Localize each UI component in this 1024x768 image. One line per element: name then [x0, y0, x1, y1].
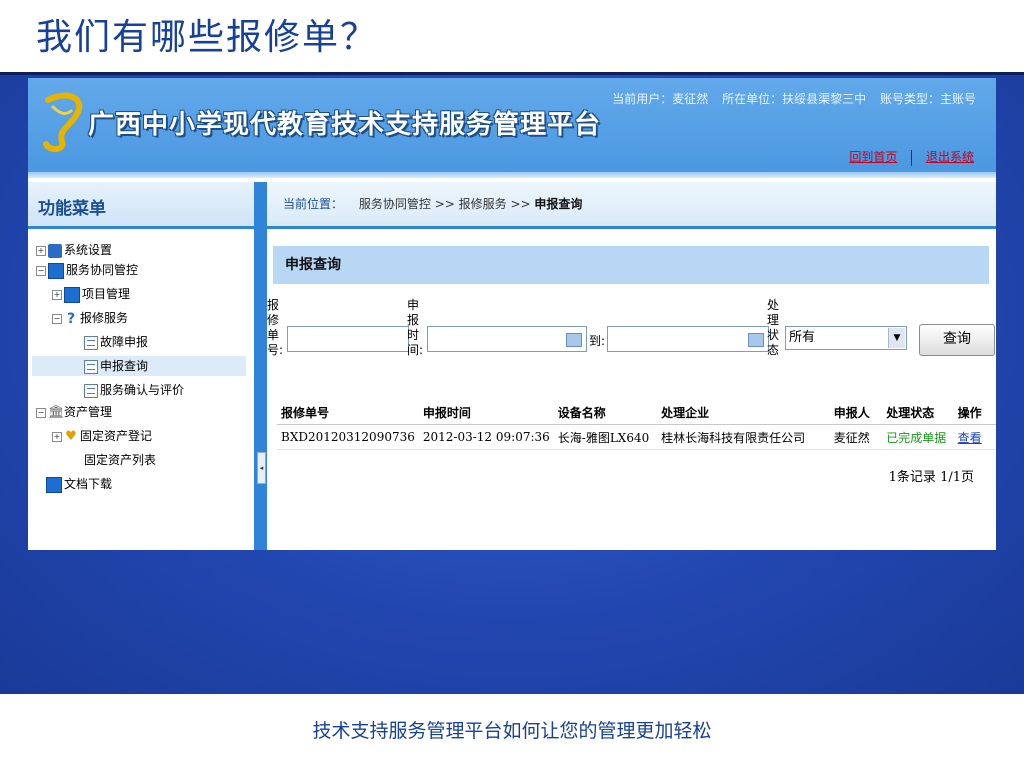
- document-icon: [84, 383, 98, 398]
- slide-title: 我们有哪些报修单？: [36, 17, 379, 58]
- breadcrumb-item: 服务协同管控: [358, 197, 431, 211]
- sidebar-item-repair-service[interactable]: −? 报修服务: [52, 308, 128, 328]
- platform-logo-text: 广西中小学现代教育技术支持服务管理平台: [88, 110, 602, 140]
- top-links: 回到首页 退出系统: [849, 148, 974, 166]
- sidebar-item-project-management[interactable]: + 项目管理: [52, 284, 130, 304]
- sidebar-splitter[interactable]: ◂: [254, 182, 267, 550]
- link-divider: [911, 149, 913, 166]
- current-user: 当前用户：麦征然: [612, 92, 709, 106]
- sidebar-item-label: 资产管理: [64, 405, 113, 419]
- header-banner: 广西中小学现代教育技术支持服务管理平台 当前用户：麦征然 所在单位：扶绥县渠黎三…: [28, 78, 996, 178]
- column-header: 报修单号: [277, 400, 419, 425]
- sidebar-item-label: 项目管理: [82, 287, 131, 301]
- main-content: 当前位置： 服务协同管控 >> 报修服务 >> 申报查询 申报查询 报修单号: …: [267, 182, 996, 550]
- breadcrumb-separator: >>: [434, 197, 455, 211]
- document-icon: [84, 335, 98, 350]
- logout-link[interactable]: 退出系统: [926, 150, 974, 164]
- sidebar-item-label: 服务确认与评价: [100, 383, 185, 397]
- slide-caption: 技术支持服务管理平台如何让您的管理更加轻松: [312, 720, 712, 742]
- page-indicator: 1/1页: [940, 470, 974, 485]
- expand-icon[interactable]: +: [36, 245, 46, 256]
- time-from-input[interactable]: [427, 326, 587, 352]
- sidebar-item-fault-report[interactable]: 故障申报: [84, 332, 148, 352]
- view-link[interactable]: 查看: [958, 431, 982, 445]
- reporter-cell: 麦征然: [829, 424, 883, 450]
- sidebar-item-label: 系统设置: [64, 243, 113, 257]
- column-header: 处理企业: [657, 400, 830, 425]
- calendar-icon[interactable]: [748, 333, 764, 347]
- sidebar-item-service-control[interactable]: − 服务协同管控: [36, 260, 138, 280]
- collapse-sidebar-icon[interactable]: ◂: [257, 452, 266, 484]
- home-link[interactable]: 回到首页: [849, 150, 897, 164]
- column-header: 操作: [953, 400, 996, 425]
- report-time-label: 申报时间:: [407, 298, 424, 357]
- column-header: 申报人: [829, 400, 883, 425]
- sidebar-item-label: 故障申报: [100, 335, 149, 349]
- sidebar-item-label: 报修服务: [80, 311, 129, 325]
- company-cell: 桂林长海科技有限责任公司: [657, 424, 830, 450]
- pager: 1条记录 1/1页: [889, 466, 974, 485]
- status-select[interactable]: 所有 ▼: [785, 326, 907, 350]
- collapse-icon[interactable]: −: [36, 265, 46, 276]
- sidebar-item-service-confirm[interactable]: 服务确认与评价: [84, 380, 184, 400]
- sidebar-item-label: 申报查询: [100, 359, 149, 373]
- sidebar-header: 功能菜单: [28, 182, 254, 229]
- order-no-label: 报修单号:: [267, 298, 284, 357]
- collapse-icon[interactable]: −: [36, 407, 46, 418]
- breadcrumb: 当前位置： 服务协同管控 >> 报修服务 >> 申报查询: [267, 182, 996, 229]
- table-icon: [46, 476, 62, 493]
- status-cell: 已完成单据: [882, 424, 954, 450]
- document-icon: [84, 359, 98, 374]
- sidebar-item-label: 文档下载: [64, 477, 113, 491]
- order-no-cell: BXD20120312090736: [277, 424, 419, 450]
- breadcrumb-item: 报修服务: [458, 197, 507, 211]
- sidebar-item-label: 服务协同管控: [66, 263, 139, 277]
- results-table: 报修单号 申报时间 设备名称 处理企业 申报人 处理状态 操作 BXD20120…: [277, 400, 996, 450]
- to-label: 到:: [589, 334, 606, 348]
- table-header-row: 报修单号 申报时间 设备名称 处理企业 申报人 处理状态 操作: [277, 400, 996, 425]
- column-header: 设备名称: [553, 400, 658, 425]
- status-selected-value: 所有: [789, 330, 816, 345]
- account-type: 账号类型：主账号: [879, 92, 976, 106]
- sidebar-item-report-query[interactable]: 申报查询: [32, 356, 246, 376]
- breadcrumb-separator: >>: [510, 197, 531, 211]
- column-header: 处理状态: [882, 400, 954, 425]
- current-unit: 所在单位：扶绥县渠黎三中: [722, 92, 867, 106]
- sidebar-item-system-settings[interactable]: + 系统设置: [36, 240, 112, 260]
- breadcrumb-label: 当前位置：: [283, 197, 344, 211]
- panel-title: 申报查询: [273, 246, 989, 284]
- sidebar-title: 功能菜单: [38, 199, 106, 219]
- collapse-icon[interactable]: −: [52, 313, 62, 324]
- building-icon: 🏛: [48, 404, 65, 420]
- sidebar-item-document-download[interactable]: 文档下载: [46, 474, 112, 494]
- sidebar-item-asset-management[interactable]: − 🏛资产管理: [36, 402, 112, 422]
- status-label: 处理状态: [767, 298, 780, 357]
- table-row: BXD20120312090736 2012-03-12 09:07:36 长海…: [277, 424, 996, 450]
- time-to-input[interactable]: [607, 326, 769, 352]
- query-button[interactable]: 查询: [919, 324, 995, 356]
- table-icon: [64, 286, 80, 303]
- user-info: 当前用户：麦征然 所在单位：扶绥县渠黎三中 账号类型：主账号: [602, 90, 976, 107]
- sidebar: 功能菜单 + 系统设置 − 服务协同管控 + 项目管理 −? 报修服务 故障申报 申报查…: [28, 182, 254, 550]
- expand-icon[interactable]: +: [52, 289, 62, 300]
- record-count: 1条记录: [888, 470, 936, 485]
- grid-icon: [48, 262, 64, 279]
- logo-icon: [43, 92, 83, 152]
- sidebar-item-fixed-asset-list[interactable]: 固定资产列表: [84, 450, 156, 470]
- chevron-down-icon[interactable]: ▼: [888, 328, 905, 348]
- time-cell: 2012-03-12 09:07:36: [418, 424, 554, 450]
- help-icon: ?: [66, 310, 76, 327]
- sidebar-item-label: 固定资产列表: [84, 453, 157, 467]
- order-no-input[interactable]: [287, 326, 409, 352]
- heart-icon: ♥: [65, 428, 77, 444]
- calendar-icon[interactable]: [566, 333, 582, 347]
- tools-icon: [48, 243, 62, 258]
- column-header: 申报时间: [418, 400, 554, 425]
- breadcrumb-current: 申报查询: [534, 197, 583, 211]
- sidebar-item-fixed-asset-register[interactable]: + ♥ 固定资产登记: [52, 426, 152, 446]
- app-window: 广西中小学现代教育技术支持服务管理平台 当前用户：麦征然 所在单位：扶绥县渠黎三…: [28, 78, 996, 550]
- device-cell: 长海-雅图LX640: [553, 424, 658, 450]
- sidebar-item-label: 固定资产登记: [80, 429, 153, 443]
- expand-icon[interactable]: +: [52, 431, 62, 442]
